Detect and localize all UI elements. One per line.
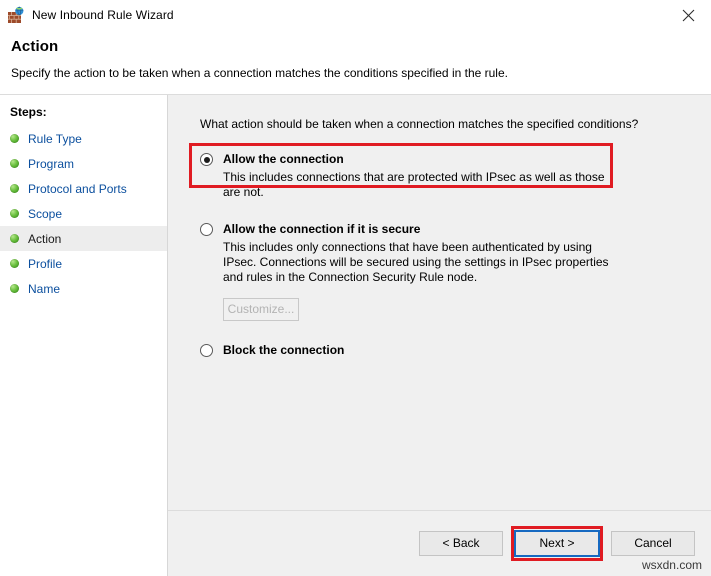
option-title: Allow the connection if it is secure <box>223 222 421 236</box>
customize-button: Customize... <box>223 298 299 321</box>
action-question: What action should be taken when a conne… <box>200 117 639 131</box>
page-header: Action Specify the action to be taken wh… <box>0 30 711 94</box>
sidebar-item-profile[interactable]: Profile <box>0 251 167 276</box>
back-button[interactable]: < Back <box>419 531 503 556</box>
next-button-wrapper: Next > <box>511 526 603 561</box>
option-description: This includes connections that are prote… <box>223 170 605 199</box>
step-bullet-icon <box>10 284 19 293</box>
option-title: Allow the connection <box>223 152 344 166</box>
page-title: Action <box>11 38 59 55</box>
close-icon[interactable] <box>665 0 711 30</box>
option-allow-the-connection[interactable]: Allow the connection This includes conne… <box>168 143 711 200</box>
sidebar-item-label: Program <box>28 156 75 171</box>
sidebar-item-label: Name <box>28 281 61 296</box>
wizard-window: New Inbound Rule Wizard Action Specify t… <box>0 0 711 576</box>
step-bullet-icon <box>10 159 19 168</box>
window-title: New Inbound Rule Wizard <box>32 8 174 22</box>
step-bullet-icon <box>10 209 19 218</box>
option-description: This includes only connections that have… <box>223 240 609 284</box>
page-description: Specify the action to be taken when a co… <box>11 66 508 80</box>
wizard-body: Steps: Rule Type Program Protocol and Po… <box>0 94 711 576</box>
watermark-text: wsxdn.com <box>641 558 702 572</box>
main-panel: What action should be taken when a conne… <box>168 95 711 576</box>
sidebar-item-rule-type[interactable]: Rule Type <box>0 126 167 151</box>
wizard-footer: < Back Next > Cancel wsxdn.com <box>168 510 711 576</box>
steps-heading: Steps: <box>10 105 47 119</box>
sidebar-item-scope[interactable]: Scope <box>0 201 167 226</box>
next-button[interactable]: Next > <box>514 530 600 557</box>
radio-allow-the-connection[interactable] <box>200 153 213 166</box>
option-block-the-connection[interactable]: Block the connection <box>168 343 711 357</box>
sidebar-item-label: Profile <box>28 256 63 271</box>
sidebar-item-label: Action <box>28 231 62 246</box>
cancel-button[interactable]: Cancel <box>611 531 695 556</box>
option-allow-if-secure[interactable]: Allow the connection if it is secure Thi… <box>168 222 711 321</box>
firewall-globe-icon <box>7 6 25 24</box>
radio-block-the-connection[interactable] <box>200 344 213 357</box>
sidebar-item-name[interactable]: Name <box>0 276 167 301</box>
sidebar-item-label: Scope <box>28 206 63 221</box>
option-title: Block the connection <box>223 343 345 357</box>
sidebar-item-protocol-and-ports[interactable]: Protocol and Ports <box>0 176 167 201</box>
sidebar-item-action[interactable]: Action <box>0 226 167 251</box>
sidebar-item-label: Protocol and Ports <box>28 181 127 196</box>
sidebar-item-program[interactable]: Program <box>0 151 167 176</box>
title-bar: New Inbound Rule Wizard <box>0 0 711 30</box>
steps-sidebar: Steps: Rule Type Program Protocol and Po… <box>0 95 168 576</box>
action-options-group: Allow the connection This includes conne… <box>168 143 711 357</box>
step-bullet-icon <box>10 134 19 143</box>
step-bullet-icon <box>10 259 19 268</box>
radio-allow-if-secure[interactable] <box>200 223 213 236</box>
main-content: What action should be taken when a conne… <box>168 95 711 510</box>
step-bullet-icon <box>10 234 19 243</box>
step-bullet-icon <box>10 184 19 193</box>
sidebar-item-label: Rule Type <box>28 131 82 146</box>
